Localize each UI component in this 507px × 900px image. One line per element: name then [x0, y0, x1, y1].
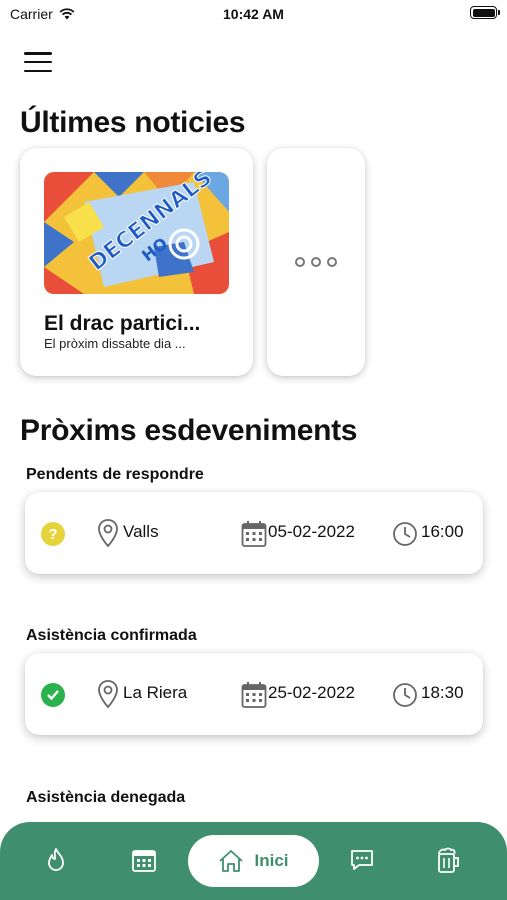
location-pin-icon: [98, 680, 118, 709]
fire-icon: [48, 848, 64, 871]
group-label-confirmed: Asistència confirmada: [26, 627, 197, 644]
location-pin-icon: [98, 519, 118, 548]
home-icon: [219, 850, 244, 872]
clock-icon: [393, 683, 417, 707]
tab-drinks[interactable]: [432, 844, 464, 876]
status-time: 10:42 AM: [223, 6, 284, 22]
events-section-title: Pròxims esdeveniments: [20, 414, 358, 447]
more-news-button[interactable]: [267, 148, 365, 376]
event-time: 18:30: [421, 683, 464, 702]
question-icon: ?: [41, 522, 65, 546]
event-date: 25-02-2022: [268, 683, 355, 702]
news-headline: El drac partici...: [44, 312, 201, 335]
ellipsis-icon: [327, 257, 337, 267]
tab-fire[interactable]: [40, 844, 72, 876]
event-location: La Riera: [123, 683, 188, 702]
tab-chat[interactable]: [346, 844, 378, 876]
news-card[interactable]: DECENNALS HO El drac partici... El pròxi…: [20, 148, 253, 376]
battery-icon: [470, 6, 500, 19]
news-section-title: Últimes noticies: [20, 106, 246, 139]
tab-calendar[interactable]: [128, 844, 160, 876]
event-time: 16:00: [421, 522, 464, 541]
event-date: 05-02-2022: [268, 522, 355, 541]
tab-bar: Inici: [0, 822, 507, 900]
hamburger-menu-icon[interactable]: [24, 52, 52, 72]
event-card-pending[interactable]: ? Valls 05-02-2022 16:00: [25, 492, 483, 574]
clock-icon: [393, 522, 417, 546]
tab-home[interactable]: Inici: [188, 835, 319, 887]
event-card-confirmed[interactable]: La Riera 25-02-2022 18:30: [25, 653, 483, 735]
tab-home-label: Inici: [254, 851, 289, 870]
status-bar: Carrier 10:42 AM: [0, 0, 507, 30]
event-location: Valls: [123, 522, 159, 541]
calendar-icon: [241, 521, 267, 547]
group-label-pending: Pendents de respondre: [26, 466, 204, 483]
ellipsis-icon: [311, 257, 321, 267]
ellipsis-icon: [295, 257, 305, 267]
chat-icon: [351, 850, 373, 870]
calendar-icon: [132, 850, 156, 872]
calendar-icon: [241, 682, 267, 708]
group-label-denied: Asistència denegada: [26, 789, 186, 806]
beer-icon: [438, 847, 459, 873]
check-icon: [41, 683, 65, 707]
news-excerpt: El pròxim dissabte dia ...: [44, 336, 186, 351]
news-image: DECENNALS HO: [44, 172, 229, 294]
